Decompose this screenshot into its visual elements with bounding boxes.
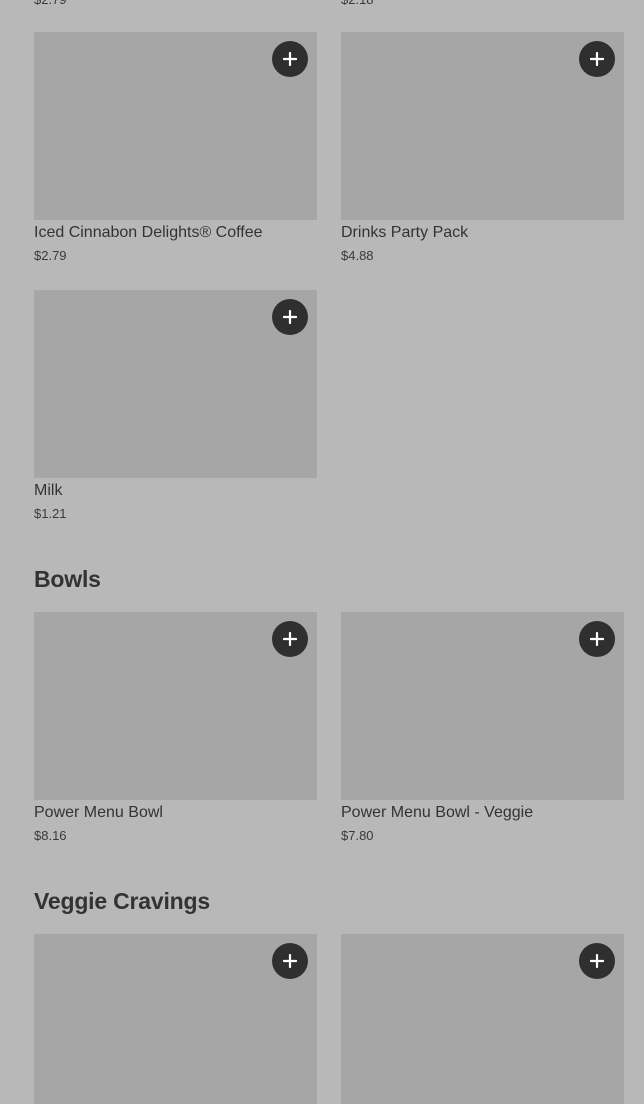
- add-to-cart-button[interactable]: [579, 943, 615, 979]
- item-name[interactable]: Milk: [34, 481, 62, 501]
- item-price: $8.16: [34, 828, 67, 843]
- section-title-bowls: Bowls: [34, 566, 101, 592]
- item-name[interactable]: Drinks Party Pack: [341, 223, 468, 243]
- section-title-veggie-cravings: Veggie Cravings: [34, 888, 210, 914]
- plus-icon: [590, 954, 604, 968]
- item-name[interactable]: Iced Cinnabon Delights® Coffee: [34, 223, 263, 243]
- item-price: $2.18: [341, 0, 374, 8]
- add-to-cart-button[interactable]: [579, 41, 615, 77]
- item-price: $7.80: [341, 828, 374, 843]
- item-price: $4.88: [341, 248, 374, 263]
- add-to-cart-button[interactable]: [272, 41, 308, 77]
- plus-icon: [283, 954, 297, 968]
- item-name[interactable]: Power Menu Bowl: [34, 803, 163, 823]
- plus-icon: [283, 52, 297, 66]
- item-price: $1.21: [34, 506, 67, 521]
- plus-icon: [590, 632, 604, 646]
- add-to-cart-button[interactable]: [272, 943, 308, 979]
- item-price: $2.79: [34, 248, 67, 263]
- add-to-cart-button[interactable]: [272, 621, 308, 657]
- plus-icon: [283, 632, 297, 646]
- plus-icon: [283, 310, 297, 324]
- item-name[interactable]: Power Menu Bowl - Veggie: [341, 803, 533, 823]
- plus-icon: [590, 52, 604, 66]
- add-to-cart-button[interactable]: [272, 299, 308, 335]
- item-price: $2.79: [34, 0, 67, 8]
- add-to-cart-button[interactable]: [579, 621, 615, 657]
